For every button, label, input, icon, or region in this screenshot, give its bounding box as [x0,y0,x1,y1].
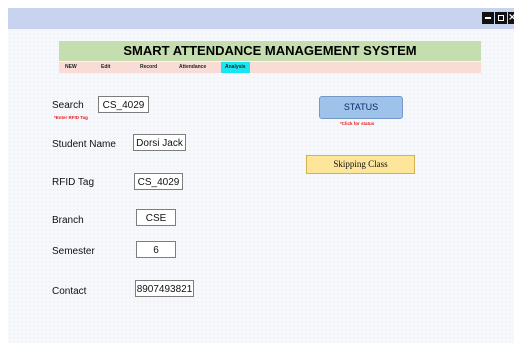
menu-item-edit[interactable]: Edit [101,62,110,73]
title-bar[interactable]: × [8,8,514,29]
menu-item-new[interactable]: NEW [65,62,77,73]
menu-bar: NEW Edit Record Attendance Analysis [59,62,481,73]
student-name-label: Student Name [52,139,116,150]
student-name-field[interactable]: Dorsi Jack [133,134,186,151]
rfid-tag-field[interactable]: CS_4029 [134,173,183,190]
branch-label: Branch [52,215,84,226]
menu-item-attendance[interactable]: Attendance [179,62,206,73]
rfid-tag-label: RFID Tag [52,177,95,188]
search-hint: *Enter RFID Tag [54,115,88,120]
search-label: Search [52,100,84,111]
minimize-icon[interactable] [482,12,494,24]
status-hint: *Click for status [340,121,375,126]
page-title: SMART ATTENDANCE MANAGEMENT SYSTEM [59,41,481,61]
semester-label: Semester [52,246,95,257]
close-icon[interactable]: × [508,12,514,24]
status-button[interactable]: STATUS [319,96,403,119]
maximize-icon[interactable] [495,12,507,24]
menu-item-record[interactable]: Record [140,62,157,73]
contact-field[interactable]: 8907493821 [135,280,194,297]
menu-item-analysis[interactable]: Analysis [221,62,250,73]
contact-label: Contact [52,286,87,297]
semester-field[interactable]: 6 [136,241,176,258]
branch-field[interactable]: CSE [136,209,176,226]
app-window: × SMART ATTENDANCE MANAGEMENT SYSTEM NEW… [8,8,514,343]
search-input[interactable]: CS_4029 [98,96,149,113]
status-result: Skipping Class [306,155,415,174]
